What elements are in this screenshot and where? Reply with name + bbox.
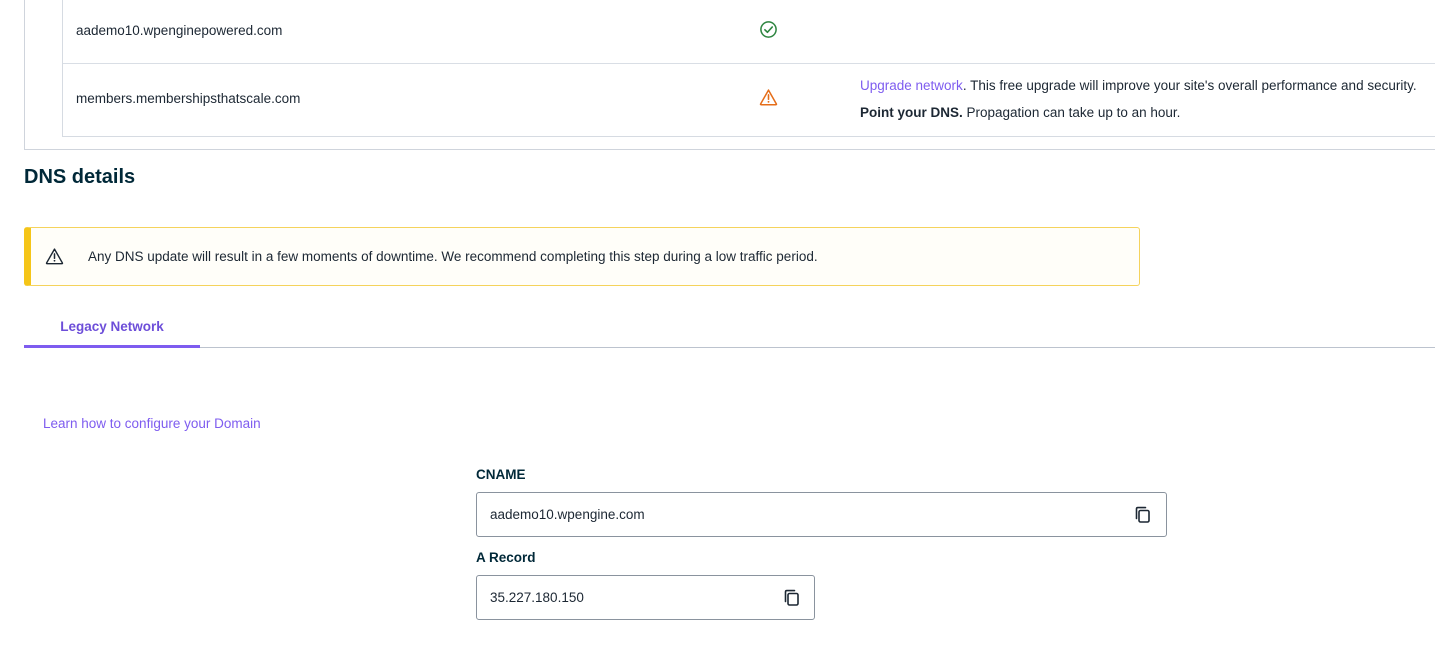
a-record-label: A Record xyxy=(476,550,536,565)
network-tabs: Legacy Network xyxy=(24,310,1435,348)
dns-details-title: DNS details xyxy=(24,166,136,188)
downtime-alert: Any DNS update will result in a few mome… xyxy=(24,227,1140,286)
domains-table: aademo10.wpenginepowered.com members.mem… xyxy=(62,0,1435,137)
check-circle-icon xyxy=(759,20,778,39)
a-record-field[interactable]: 35.227.180.150 xyxy=(476,575,815,620)
cname-label: CNAME xyxy=(476,467,526,482)
warning-triangle-icon xyxy=(759,88,778,107)
cname-field[interactable]: aademo10.wpengine.com xyxy=(476,492,1167,537)
alert-text: Any DNS update will result in a few mome… xyxy=(88,249,818,264)
cname-value: aademo10.wpengine.com xyxy=(490,507,645,522)
upgrade-network-link[interactable]: Upgrade network xyxy=(860,78,963,93)
upgrade-message-text: . This free upgrade will improve your si… xyxy=(962,78,1417,93)
dns-message: Point your DNS. Propagation can take up … xyxy=(860,105,1180,120)
a-record-value: 35.227.180.150 xyxy=(490,590,584,605)
warning-triangle-icon xyxy=(45,247,64,266)
learn-configure-domain-link[interactable]: Learn how to configure your Domain xyxy=(43,416,261,431)
copy-icon[interactable] xyxy=(1133,505,1153,525)
domain-row: members.membershipsthatscale.com Upgrade… xyxy=(63,64,1435,136)
domain-row: aademo10.wpenginepowered.com xyxy=(63,0,1435,64)
domain-name: members.membershipsthatscale.com xyxy=(76,91,301,106)
domain-name: aademo10.wpenginepowered.com xyxy=(76,23,283,38)
upgrade-message: Upgrade network. This free upgrade will … xyxy=(860,78,1417,93)
domains-panel: aademo10.wpenginepowered.com members.mem… xyxy=(24,0,1435,150)
tab-legacy-network[interactable]: Legacy Network xyxy=(24,310,200,348)
point-dns-label: Point your DNS. xyxy=(860,105,963,120)
copy-icon[interactable] xyxy=(782,588,802,608)
dns-message-text: Propagation can take up to an hour. xyxy=(962,105,1181,120)
